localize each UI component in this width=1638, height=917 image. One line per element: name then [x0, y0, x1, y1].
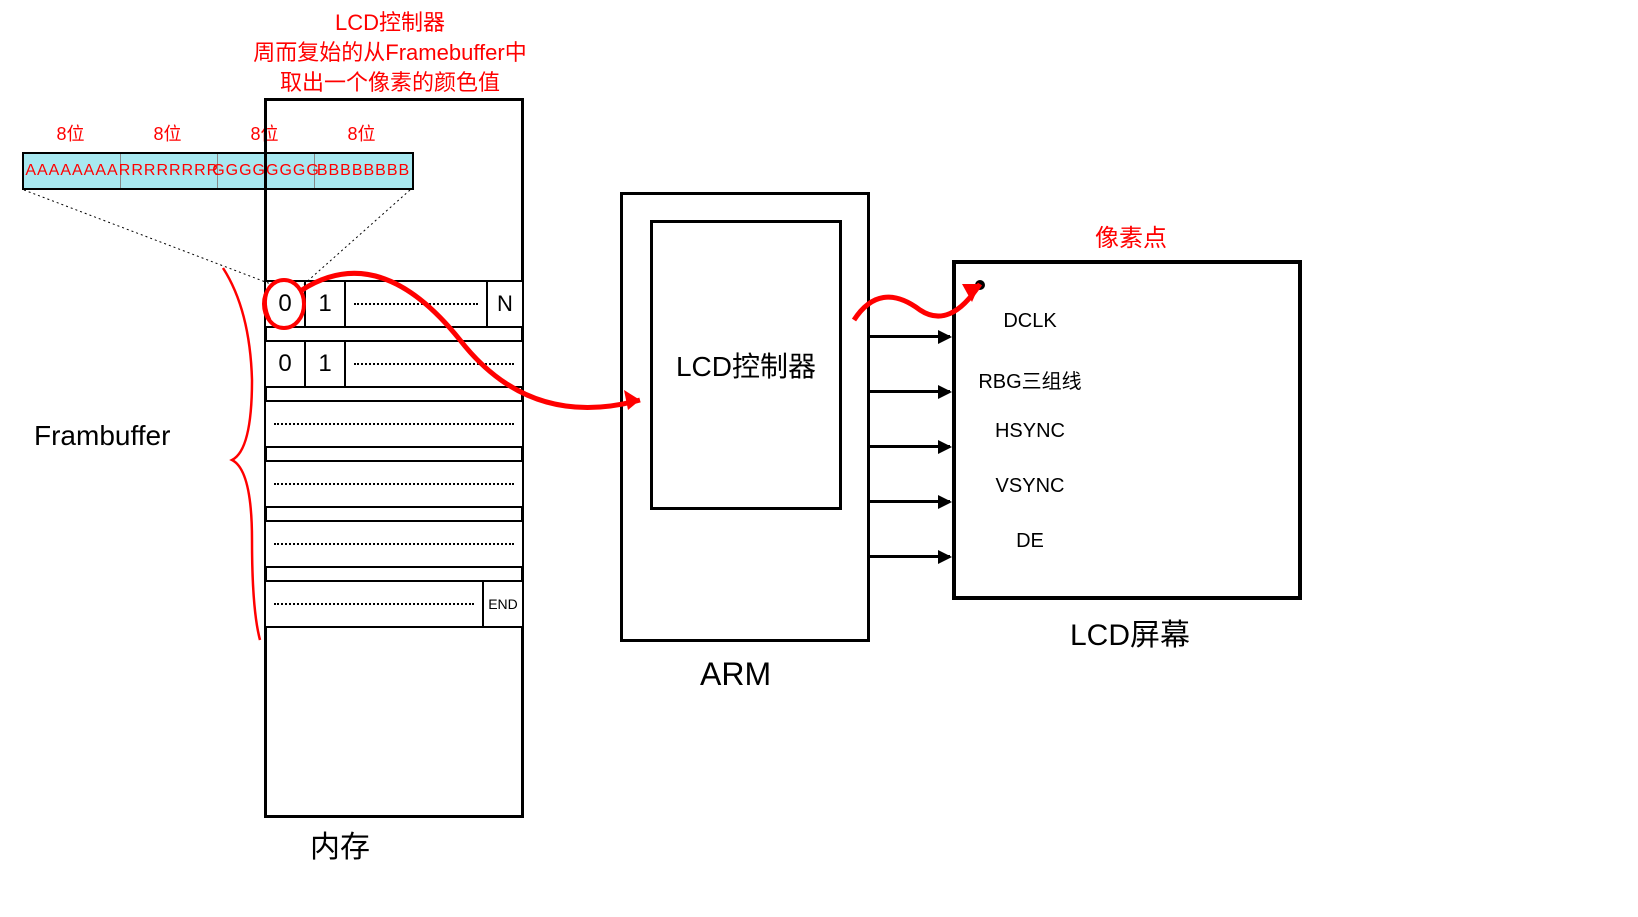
bits-label-r: 8位 [119, 120, 216, 146]
byte-red: RRRRRRRR [121, 154, 218, 188]
lcd-controller-text: LCD控制器 [676, 345, 816, 385]
arm-label: ARM [700, 656, 771, 693]
title-line3: 取出一个像素的颜色值 [230, 68, 550, 98]
framebuffer-row-4 [264, 520, 524, 568]
framebuffer-row-end: END [264, 580, 524, 628]
lcd-screen-box [952, 260, 1302, 600]
lcd-controller-box: LCD控制器 [650, 220, 842, 510]
fb-dots-icon [354, 363, 514, 365]
fb-dots-icon [274, 423, 514, 425]
arrow-head-icon [938, 550, 952, 564]
signal-rgb [870, 390, 950, 393]
bits-label-a: 8位 [22, 120, 119, 146]
lcd-screen-label: LCD屏幕 [1070, 610, 1190, 654]
fb-cell-n: N [486, 282, 522, 326]
arrow-line-icon [870, 500, 950, 503]
fb-cell-1b: 1 [306, 342, 346, 386]
arrow-head-icon [938, 495, 952, 509]
arrow-head-icon [938, 330, 952, 344]
fb-dots-icon [354, 303, 478, 305]
signal-dclk [870, 335, 950, 338]
memory-box [264, 98, 524, 818]
lcd-controller-description: LCD控制器 周而复始的从Framebuffer中 取出一个像素的颜色值 [230, 8, 550, 98]
fb-dots-icon [274, 483, 514, 485]
fb-cell-1: 1 [306, 282, 346, 326]
framebuffer-row-0: 0 1 N [264, 280, 524, 328]
framebuffer-row-3 [264, 460, 524, 508]
framebuffer-row-2 [264, 400, 524, 448]
signal-hsync [870, 445, 950, 448]
framebuffer-row-1: 0 1 [264, 340, 524, 388]
title-line2: 周而复始的从Framebuffer中 [230, 38, 550, 68]
memory-label: 内存 [310, 822, 370, 866]
arrow-line-icon [870, 335, 950, 338]
arrow-line-icon [870, 390, 950, 393]
arrow-line-icon [870, 555, 950, 558]
framebuffer-label: Frambuffer [34, 420, 170, 452]
signal-vsync [870, 500, 950, 503]
fb-cell-0: 0 [266, 282, 306, 326]
arrow-head-icon [938, 385, 952, 399]
arrow-head-icon [938, 440, 952, 454]
signal-de [870, 555, 950, 558]
arrow-line-icon [870, 445, 950, 448]
fb-end-cell: END [482, 582, 522, 626]
fb-dots-icon [274, 543, 514, 545]
pixel-label: 像素点 [1095, 218, 1167, 253]
pixel-dot-icon [975, 280, 985, 290]
fb-dots-icon [274, 603, 474, 605]
title-line1: LCD控制器 [230, 8, 550, 38]
byte-alpha: AAAAAAAA [24, 154, 121, 188]
fb-cell-0b: 0 [266, 342, 306, 386]
